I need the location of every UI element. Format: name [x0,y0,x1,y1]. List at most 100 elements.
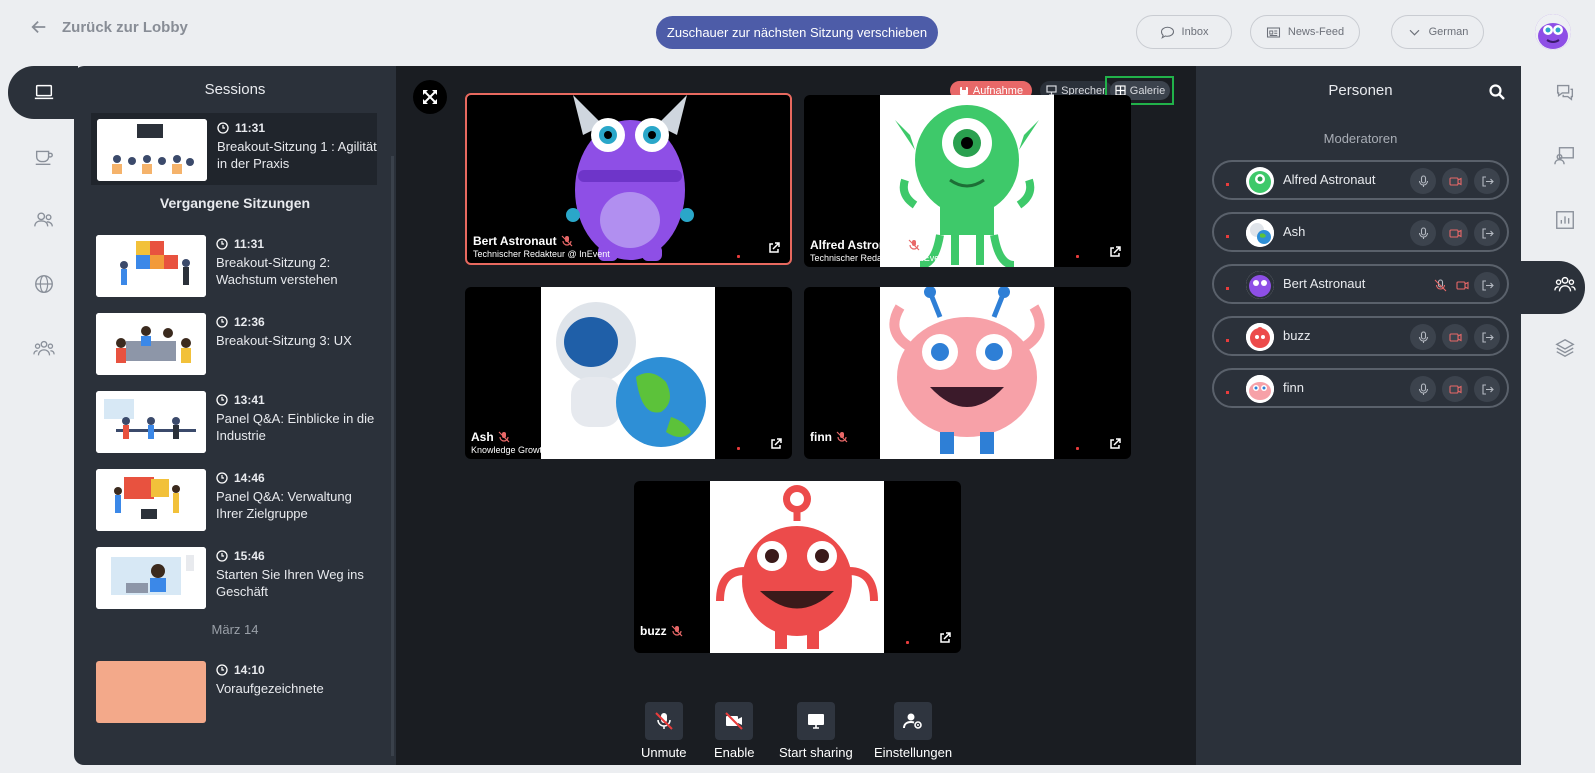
inbox-label: Inbox [1181,26,1209,38]
session-thumbnail [96,547,206,609]
newsfeed-button[interactable]: News-Feed [1250,15,1360,49]
audio-indicator [737,447,740,450]
video-tile[interactable]: finn [804,287,1131,459]
tile-name-text: Ash [471,430,494,444]
status-dot [1226,391,1229,394]
tile-name-text: buzz [640,624,667,638]
nav-lounge[interactable] [30,142,58,170]
settings-button[interactable]: Einstellungen [874,702,952,760]
participant-row[interactable]: Ash [1212,212,1509,252]
mic-toggle-button[interactable] [1410,168,1436,194]
move-audience-button[interactable]: Zuschauer zur nächsten Sitzung verschieb… [656,16,938,49]
mic-off-icon [498,431,510,443]
tile-name-text: Bert Astronaut [473,234,557,248]
session-item[interactable]: 14:10 Voraufgezeichnete [90,655,372,727]
participant-row[interactable]: buzz [1212,316,1509,356]
popout-icon[interactable] [768,242,780,254]
pink-monster-icon [880,287,1054,459]
nav-polls[interactable] [1551,206,1579,234]
remove-user-button[interactable] [1474,376,1500,402]
nav-groups[interactable] [30,334,58,362]
inbox-button[interactable]: Inbox [1136,15,1232,49]
sessions-scrollbar[interactable] [391,156,394,756]
mic-toggle-button[interactable] [1410,220,1436,246]
video-tile[interactable]: Alfred Astronaut Technischer Redakteur @… [804,95,1131,267]
clock-icon [216,394,228,406]
participant-row[interactable]: Bert Astronaut [1212,264,1509,304]
popout-icon[interactable] [770,438,782,450]
people-icon [1554,276,1576,292]
session-time: 11:31 [216,237,264,251]
video-tile[interactable]: buzz [634,481,961,653]
nav-sessions[interactable] [30,78,58,106]
mic-toggle-button[interactable] [1410,376,1436,402]
participant-row[interactable]: Alfred Astronaut [1212,160,1509,200]
session-time: 13:41 [216,393,265,407]
popout-icon[interactable] [1109,246,1121,258]
status-dot [1226,183,1229,186]
enable-camera-button[interactable]: Enable [714,702,754,760]
language-select[interactable]: German [1391,15,1484,49]
popout-icon[interactable] [1109,438,1121,450]
nav-people[interactable] [1551,270,1579,298]
back-to-lobby-link[interactable]: Zurück zur Lobby [30,18,188,36]
clock-icon [216,238,228,250]
session-time-text: 14:10 [234,663,265,677]
mic-off-icon [671,625,683,637]
remove-user-button[interactable] [1474,272,1500,298]
status-dot [1226,287,1229,290]
session-time: 15:46 [216,549,265,563]
user-cog-icon [903,713,922,729]
fullscreen-button[interactable] [413,80,447,114]
session-item-current[interactable]: 11:31 Breakout-Sitzung 1 : Agilität in d… [91,113,377,185]
session-name: Starten Sie Ihren Weg ins Geschäft [216,567,364,599]
nav-presenter[interactable] [1551,142,1579,170]
session-thumbnail [96,235,206,297]
session-item[interactable]: 15:46 Starten Sie Ihren Weg ins Geschäft [90,541,372,613]
participant-name: Alfred Astronaut [1283,172,1376,187]
tile-name: finn [810,430,848,444]
mic-off-icon [908,239,920,251]
sessions-panel: Sessions 11:31 Breakout-Sitzung 1 : Agil… [74,66,396,765]
popout-icon[interactable] [939,632,951,644]
unmute-button[interactable]: Unmute [641,702,687,760]
session-item[interactable]: 14:46 Panel Q&A: Verwaltung Ihrer Zielgr… [90,463,372,535]
session-item[interactable]: 12:36 Breakout-Sitzung 3: UX [90,307,372,379]
nav-networking[interactable] [30,206,58,234]
red-monster-icon [710,481,884,653]
camera-toggle-button[interactable] [1442,324,1468,350]
nav-layers[interactable] [1551,334,1579,362]
session-thumbnail [96,391,206,453]
audio-indicator [1076,255,1079,258]
sessions-title: Sessions [204,81,266,98]
remove-user-button[interactable] [1474,168,1500,194]
nav-globe[interactable] [30,270,58,298]
camera-toggle-button[interactable] [1449,272,1475,298]
avatar [1246,271,1274,299]
newspaper-icon [1266,26,1280,38]
tile-role: Technischer Redakteur @ InEvent [810,253,947,263]
remove-user-button[interactable] [1474,324,1500,350]
camera-toggle-button[interactable] [1442,220,1468,246]
session-item[interactable]: 13:41 Panel Q&A: Einblicke in die Indust… [90,385,374,457]
session-time-text: 11:31 [235,121,266,135]
save-icon [959,86,968,95]
camera-toggle-button[interactable] [1442,376,1468,402]
tile-role: Knowledge Growth specialist German @ InE… [471,445,667,455]
mic-toggle-button[interactable] [1410,324,1436,350]
nav-chat[interactable] [1551,78,1579,106]
left-nav [8,66,74,765]
participant-row[interactable]: finn [1212,368,1509,408]
camera-icon [1455,280,1469,290]
group-icon [33,340,55,356]
video-tile[interactable]: Ash Knowledge Growth specialist German @… [465,287,792,459]
video-tile[interactable]: Bert Astronaut Technischer Redakteur @ I… [465,93,792,265]
session-item[interactable]: 11:31 Breakout-Sitzung 2: Wachstum verst… [90,229,372,301]
search-icon[interactable] [1488,83,1506,101]
user-avatar[interactable] [1535,14,1571,50]
camera-toggle-button[interactable] [1442,168,1468,194]
start-sharing-button[interactable]: Start sharing [779,702,853,760]
mic-off-icon [561,235,572,247]
remove-user-button[interactable] [1474,220,1500,246]
astronaut-globe-icon [541,287,715,459]
